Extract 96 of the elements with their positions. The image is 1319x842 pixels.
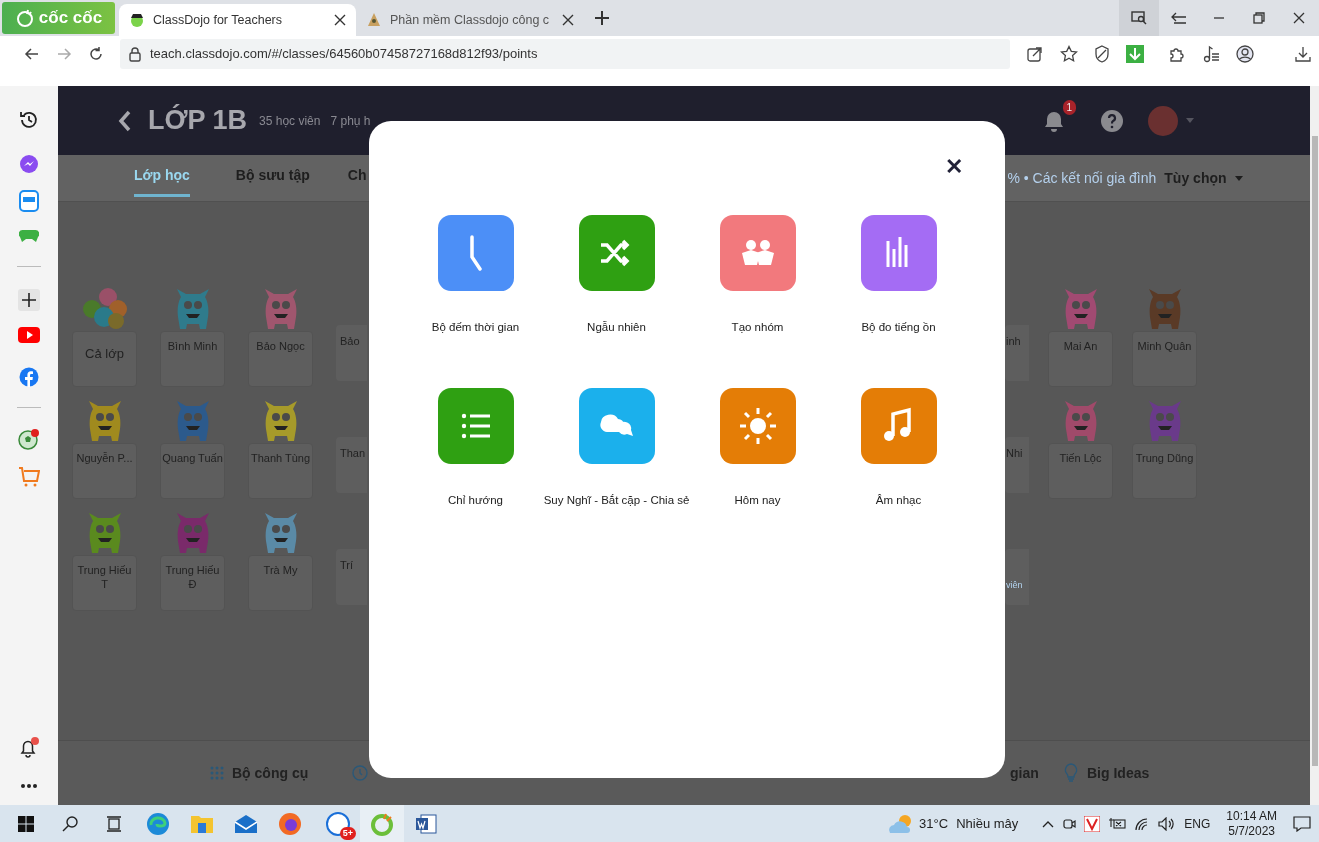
nav-tab[interactable]: Lớp học [134, 165, 190, 197]
class-card[interactable]: Cả lớp [72, 331, 137, 387]
windows-start-icon[interactable] [18, 815, 34, 832]
tool-button[interactable]: Bộ đo tiếng ồn [828, 215, 969, 337]
toolbar-button[interactable]: Big Ideas [1063, 762, 1150, 784]
student-card[interactable]: Bảo Ngọc [248, 331, 313, 387]
class-title: LỚP 1B [148, 103, 248, 138]
screen-search-icon[interactable] [1131, 11, 1147, 25]
toolbar-button[interactable]: gian [1010, 762, 1039, 784]
back-chevron-icon[interactable] [118, 109, 132, 132]
back-list-icon[interactable] [1171, 11, 1187, 25]
coccoc-logo-icon [14, 8, 35, 28]
language-indicator[interactable]: ENG [1184, 814, 1211, 833]
lock-icon [128, 46, 142, 62]
notification-badge: 1 [1062, 100, 1077, 115]
edge-browser-icon[interactable] [146, 811, 170, 836]
student-card[interactable]: Thanh Tùng [248, 443, 313, 499]
student-card[interactable]: Than [336, 437, 367, 493]
download-icon[interactable] [1294, 45, 1312, 63]
new-tab-plus-icon[interactable] [592, 8, 612, 28]
shopping-cart-icon[interactable] [18, 466, 40, 488]
coccoc-logo-button[interactable]: cốc cốc [2, 2, 115, 34]
browser-tab[interactable]: ClassDojo for Teachers [119, 4, 356, 36]
soccer-ball-icon[interactable] [18, 428, 40, 450]
temperature-text: 31°C [919, 814, 949, 833]
reload-icon[interactable] [88, 46, 104, 62]
student-card[interactable]: inh [1005, 325, 1029, 381]
download-arrow-icon[interactable] [1126, 45, 1144, 63]
music-list-icon[interactable] [1202, 45, 1220, 63]
history-icon[interactable] [19, 110, 39, 130]
caret-icon [1234, 176, 1243, 181]
more-icon[interactable] [20, 783, 38, 789]
scrollbar-thumb[interactable] [1312, 136, 1318, 766]
toolbar-button[interactable]: Bộ công cụ [210, 762, 309, 784]
student-card[interactable]: Trí [336, 549, 367, 605]
restore-icon[interactable] [1252, 11, 1266, 25]
video-play-icon[interactable] [18, 327, 40, 343]
shield-icon[interactable] [1094, 45, 1110, 63]
tool-button[interactable]: Bộ đếm thời gian [405, 215, 546, 337]
share-icon[interactable] [1026, 45, 1044, 63]
tool-button[interactable]: Tạo nhóm [687, 215, 828, 337]
help-icon[interactable] [1100, 108, 1125, 133]
notification-bell-icon[interactable] [19, 737, 39, 759]
student-card[interactable]: Trung Dũng [1132, 443, 1197, 499]
student-card[interactable]: Quang Tuấn [160, 443, 225, 499]
family-connections-text: % • Các kết nối gia đình [1007, 169, 1157, 188]
search-icon[interactable] [62, 815, 78, 832]
antivirus-icon[interactable] [1084, 815, 1101, 832]
facebook-icon[interactable] [19, 367, 39, 387]
clock-time[interactable]: 10:14 AM [1226, 808, 1277, 824]
puzzle-icon[interactable] [1168, 45, 1186, 63]
firefox-browser-icon[interactable] [278, 811, 302, 836]
tool-button[interactable]: Suy Nghĩ - Bắt cặp - Chia sẻ [546, 388, 687, 510]
favicon-icon [129, 12, 145, 28]
mail-icon[interactable] [234, 813, 258, 834]
star-icon[interactable] [1060, 45, 1078, 63]
chevron-up-icon[interactable] [1042, 819, 1055, 828]
logo-text: cốc cốc [38, 7, 103, 30]
student-card[interactable]: Nguyễn P... [72, 443, 137, 499]
weather-text: Nhiều mây [956, 814, 1019, 833]
add-icon[interactable] [18, 289, 40, 311]
tool-button[interactable]: Âm nhạc [828, 388, 969, 510]
lightbulb-icon [1063, 763, 1079, 783]
student-card[interactable]: Nhi [1005, 437, 1029, 493]
close-tab-icon[interactable] [562, 14, 574, 26]
browser-tab[interactable]: Phần mềm Classdojo công c [356, 4, 584, 36]
options-dropdown[interactable]: Tùy chọn [1164, 168, 1243, 192]
nav-tab[interactable]: Ch [347, 165, 367, 197]
favicon-icon [366, 12, 382, 28]
close-icon[interactable] [1292, 11, 1306, 25]
task-view-icon[interactable] [106, 815, 122, 832]
student-card[interactable]: Tiến Lộc [1048, 443, 1113, 499]
student-count: 35 học viên [259, 112, 321, 130]
clock-date[interactable]: 5/7/2023 [1226, 823, 1277, 839]
student-card[interactable]: Minh Quân [1132, 331, 1197, 387]
profile-icon[interactable] [1236, 45, 1254, 63]
address-bar[interactable]: teach.classdojo.com/#/classes/64560b07458727168d812f93/points [120, 39, 1010, 69]
student-card[interactable]: Trung Hiếu Đ [160, 555, 225, 611]
student-card[interactable]: Bảo [336, 325, 367, 381]
nav-tab[interactable]: Bộ sưu tập [235, 165, 310, 197]
messenger-icon[interactable] [19, 154, 39, 174]
notification-center-icon[interactable] [1293, 815, 1311, 832]
student-card[interactable]: Trà My [248, 555, 313, 611]
close-tab-icon[interactable] [334, 14, 346, 26]
student-card[interactable]: viên [1005, 549, 1029, 605]
back-arrow-icon[interactable] [24, 46, 40, 62]
speaker-icon[interactable] [1158, 816, 1177, 831]
tool-button[interactable]: Ngẫu nhiên [546, 215, 687, 337]
input-method-icon[interactable] [1108, 816, 1127, 831]
student-card[interactable]: Trung Hiếu T [72, 555, 137, 611]
close-button[interactable]: ✕ [939, 155, 969, 179]
word-processor-icon[interactable] [415, 812, 437, 835]
parent-count: 7 phụ h [330, 112, 371, 130]
grid-icon [210, 766, 224, 780]
student-card[interactable]: Mai An [1048, 331, 1113, 387]
student-card[interactable]: Bình Minh [160, 331, 225, 387]
